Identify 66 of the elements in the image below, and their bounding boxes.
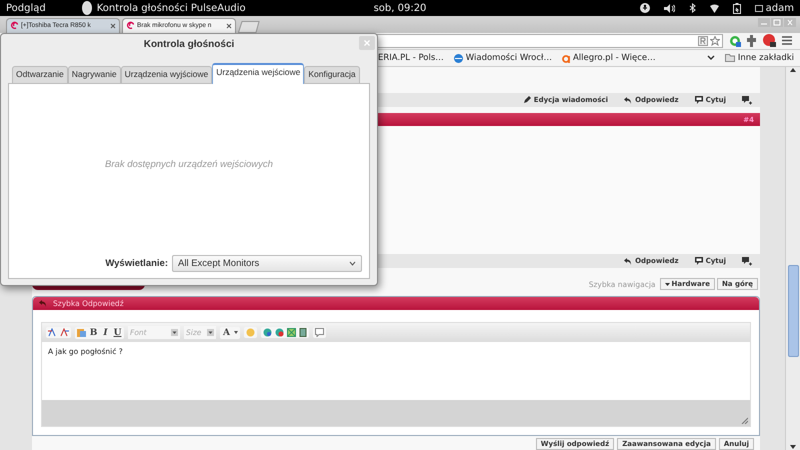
dialog-tab[interactable]: Odtwarzanie xyxy=(12,66,68,83)
dropdown-arrow-icon xyxy=(207,329,214,336)
dropdown-arrow-icon xyxy=(171,329,178,336)
caret-icon xyxy=(664,282,670,286)
scrollbar-thumb[interactable] xyxy=(788,265,799,357)
bookmark[interactable]: Wiadomości Wrocł… xyxy=(454,53,552,64)
speech-bubble-icon xyxy=(694,96,703,104)
chevron-down-icon[interactable] xyxy=(706,55,715,62)
star-icon[interactable] xyxy=(710,36,720,46)
battery-icon[interactable] xyxy=(732,2,741,14)
reply-arrow-icon xyxy=(39,300,47,307)
wifi-icon[interactable] xyxy=(710,4,719,12)
close-icon[interactable] xyxy=(110,22,116,29)
format-button[interactable]: I xyxy=(101,328,110,338)
clock[interactable]: sob, 09:20 xyxy=(374,2,426,14)
pencil-icon xyxy=(522,96,531,104)
extension-icon[interactable] xyxy=(729,34,741,47)
app-name[interactable]: Kontrola głośności PulseAudio xyxy=(96,2,246,14)
video-icon[interactable] xyxy=(299,328,307,337)
accessibility-icon[interactable] xyxy=(640,3,650,13)
speech-bubble-icon[interactable] xyxy=(315,328,324,337)
letter-icon xyxy=(562,54,570,63)
volume-icon[interactable] xyxy=(664,4,675,12)
dialog-title: Kontrola głośności xyxy=(144,38,234,50)
close-icon xyxy=(364,40,370,46)
adblock-icon[interactable] xyxy=(763,34,776,48)
format-button[interactable]: B xyxy=(89,328,98,338)
scroll-down-icon[interactable] xyxy=(789,444,797,450)
dialog-tab[interactable]: Nagrywanie xyxy=(68,66,121,83)
user-name[interactable]: adam xyxy=(766,2,794,14)
bookmark[interactable]: ERIA.PL - Pols… xyxy=(378,53,444,64)
display-dropdown[interactable]: All Except Monitors xyxy=(172,255,362,272)
reader-icon[interactable] xyxy=(698,36,708,46)
text-color-button[interactable]: A xyxy=(220,326,240,338)
app-icon xyxy=(80,1,94,15)
display-label: Wyświetlanie: xyxy=(105,258,168,269)
user-icon xyxy=(754,4,763,12)
folder-icon xyxy=(724,54,735,62)
reply-arrow-icon xyxy=(624,258,632,264)
unlink-icon[interactable] xyxy=(275,328,284,337)
dialog-tab[interactable]: Urządzenia wyjściowe xyxy=(120,66,212,83)
activities-button[interactable]: Podgląd xyxy=(6,2,46,14)
bookmark[interactable]: Allegro.pl - Więce… xyxy=(562,53,656,64)
scrollbar[interactable] xyxy=(785,67,800,450)
empty-message: Brak dostępnych urządzeń wejściowych xyxy=(105,159,273,170)
caret-icon xyxy=(234,331,238,334)
reply-arrow-icon xyxy=(624,96,632,104)
multi-quote-icon[interactable] xyxy=(742,96,752,104)
dialog-tab[interactable]: Urządzenia wejściowe xyxy=(212,63,304,84)
format-button[interactable]: U xyxy=(113,328,122,338)
address-bar[interactable] xyxy=(376,34,723,48)
multi-quote-icon[interactable] xyxy=(742,256,752,266)
close-icon[interactable] xyxy=(226,22,232,29)
menu-icon[interactable] xyxy=(782,36,792,46)
resize-grip-icon[interactable] xyxy=(741,417,748,424)
dialog-tab[interactable]: Konfiguracja xyxy=(304,66,360,83)
link-icon[interactable] xyxy=(263,328,272,337)
swirl-icon xyxy=(126,21,135,30)
swirl-icon xyxy=(10,21,19,30)
bookmarks-folder[interactable]: Inne zakładki xyxy=(724,53,794,64)
puzzle-icon[interactable] xyxy=(747,34,757,47)
speech-bubble-icon xyxy=(694,257,703,265)
globe-icon xyxy=(454,54,463,63)
new-tab-icon[interactable] xyxy=(238,20,260,33)
bluetooth-icon[interactable] xyxy=(688,3,696,13)
chevron-down-icon xyxy=(349,261,356,266)
